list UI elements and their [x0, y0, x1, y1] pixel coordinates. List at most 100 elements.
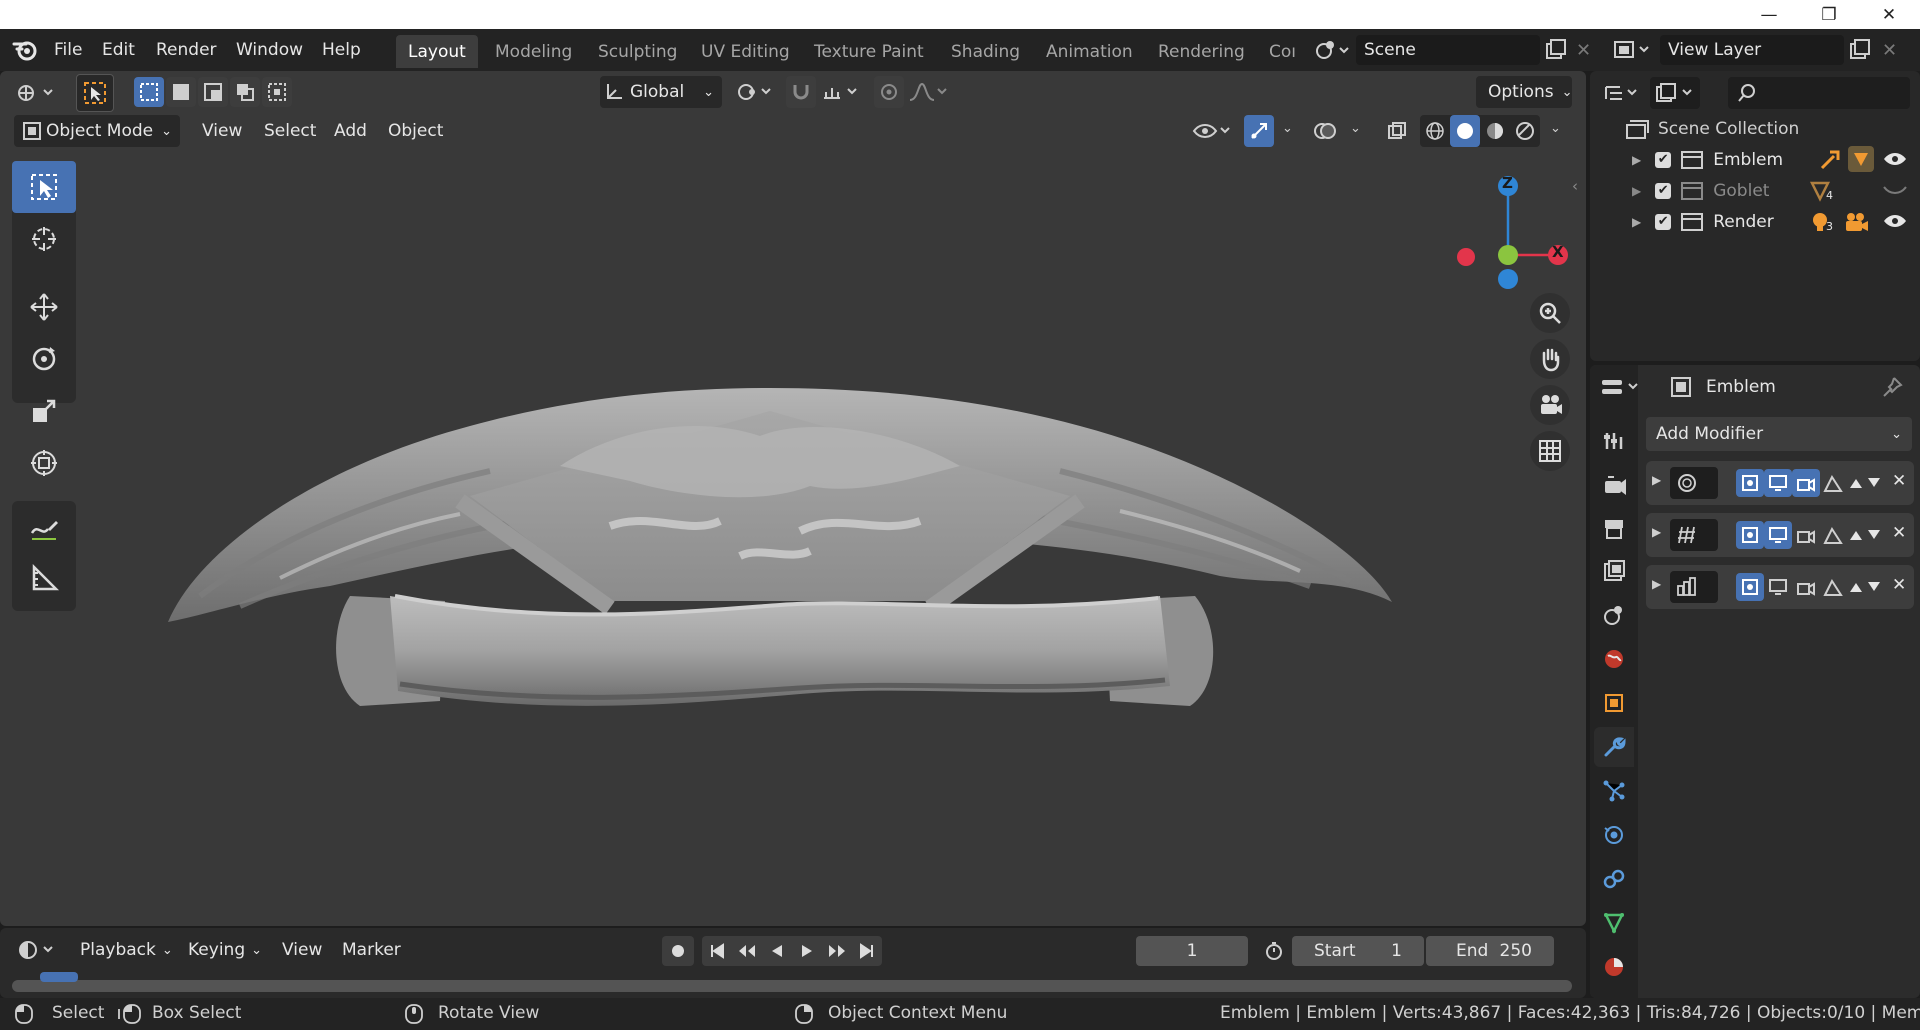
outliner-row[interactable]: ▶ ✔ Render 3 — [1590, 206, 1920, 237]
editor-type-icon[interactable] — [12, 77, 60, 109]
render-toggle-icon[interactable] — [1792, 521, 1820, 549]
display-mode-icon[interactable] — [1650, 77, 1700, 109]
expand-arrow-icon[interactable]: ▶ — [1652, 473, 1661, 487]
falloff-curve-icon[interactable] — [906, 76, 954, 108]
constraints-tab-icon[interactable] — [1594, 859, 1634, 899]
expand-arrow-icon[interactable]: ▶ — [1632, 184, 1641, 198]
modifier-type-field[interactable] — [1670, 519, 1718, 551]
view-layer-field[interactable]: View Layer — [1660, 35, 1844, 65]
tab-layout[interactable]: Layout — [396, 35, 478, 68]
expand-arrow-icon[interactable]: ▶ — [1632, 215, 1641, 229]
measure-tool-icon[interactable] — [12, 553, 76, 605]
menu-file[interactable]: File — [44, 29, 92, 71]
render-toggle-icon[interactable] — [1792, 469, 1820, 497]
tab-texture-paint[interactable]: Texture Paint — [802, 35, 936, 68]
timeline-view-menu[interactable]: View — [272, 934, 332, 966]
jump-start-icon[interactable] — [702, 936, 732, 966]
snap-target-icon[interactable] — [818, 76, 866, 108]
select-tool-icon[interactable] — [76, 74, 114, 112]
checkbox-icon[interactable]: ✔ — [1655, 213, 1672, 230]
move-up-icon[interactable] — [1849, 581, 1863, 593]
remove-modifier-icon[interactable]: ✕ — [1892, 471, 1906, 491]
new-view-layer-icon[interactable] — [1848, 38, 1872, 62]
prev-keyframe-icon[interactable] — [732, 936, 762, 966]
edit-mode-toggle-icon[interactable] — [1736, 469, 1764, 497]
viewport-toggle-icon[interactable] — [1764, 573, 1792, 601]
menu-help[interactable]: Help — [312, 29, 371, 71]
view-layer-tab-icon[interactable] — [1594, 551, 1634, 591]
timeline-editor-type-icon[interactable] — [14, 934, 62, 966]
move-up-icon[interactable] — [1849, 529, 1863, 541]
pin-icon[interactable] — [1880, 375, 1904, 399]
overlays-icon[interactable] — [1310, 115, 1340, 147]
scale-tool-icon[interactable] — [12, 385, 76, 437]
modifier-panel[interactable]: ▶ ✕ — [1646, 461, 1914, 505]
menu-add[interactable]: Add — [322, 115, 379, 147]
intersect-selection-icon[interactable] — [262, 77, 292, 107]
move-tool-icon[interactable] — [12, 281, 76, 333]
annotate-tool-icon[interactable] — [12, 501, 76, 553]
move-down-icon[interactable] — [1867, 477, 1881, 489]
move-up-icon[interactable] — [1849, 477, 1863, 489]
camera-view-icon[interactable] — [1530, 385, 1570, 425]
outliner-row[interactable]: ▶ ✔ Goblet 4 — [1590, 175, 1920, 206]
visibility-eye-icon[interactable] — [1882, 149, 1908, 169]
gizmo-neg-z-handle[interactable] — [1498, 269, 1518, 289]
subtract-selection-icon[interactable] — [198, 77, 228, 107]
tab-sculpting[interactable]: Sculpting — [586, 35, 689, 68]
viewport-toggle-icon[interactable] — [1764, 469, 1792, 497]
chevron-down-icon[interactable]: ⌄ — [1350, 121, 1361, 136]
close-window-button[interactable]: ✕ — [1860, 0, 1918, 29]
outliner-search-input[interactable] — [1728, 77, 1910, 109]
maximize-button[interactable]: ❐ — [1800, 0, 1858, 29]
expand-arrow-icon[interactable]: ▶ — [1652, 577, 1661, 591]
mesh-data-icon[interactable] — [1848, 146, 1874, 172]
modifier-panel[interactable]: ▶ ✕ — [1646, 513, 1914, 557]
scene-name-field[interactable]: Scene — [1356, 35, 1540, 65]
marker-menu[interactable]: Marker — [332, 934, 411, 966]
modifier-panel[interactable]: ▶ ✕ — [1646, 565, 1914, 609]
properties-editor-type-icon[interactable] — [1598, 371, 1644, 403]
menu-edit[interactable]: Edit — [92, 29, 145, 71]
expand-arrow-icon[interactable]: ▶ — [1652, 525, 1661, 539]
modifier-tab-icon[interactable] — [1594, 727, 1634, 767]
scene-tab-icon[interactable] — [1594, 595, 1634, 635]
tab-modeling[interactable]: Modeling — [483, 35, 584, 68]
rendered-shading-icon[interactable] — [1510, 115, 1540, 147]
sidebar-toggle-icon[interactable]: ‹ — [1572, 177, 1578, 195]
visibility-eye-icon[interactable] — [1882, 211, 1908, 231]
modifier-type-field[interactable] — [1670, 571, 1718, 603]
delete-view-layer-icon[interactable]: ✕ — [1882, 40, 1897, 61]
new-scene-icon[interactable] — [1544, 38, 1568, 62]
reorder-arrows[interactable] — [1846, 573, 1884, 601]
extend-selection-icon[interactable] — [166, 77, 196, 107]
set-selection-icon[interactable] — [134, 77, 164, 107]
move-down-icon[interactable] — [1867, 529, 1881, 541]
world-tab-icon[interactable] — [1594, 639, 1634, 679]
modifier-type-field[interactable] — [1670, 467, 1718, 499]
current-frame-field[interactable]: 1 — [1136, 936, 1248, 966]
chevron-down-icon[interactable]: ⌄ — [1550, 121, 1561, 136]
delete-scene-icon[interactable]: ✕ — [1576, 40, 1591, 61]
transform-orientation-dropdown[interactable]: Global ⌄ — [600, 76, 722, 108]
snap-magnet-icon[interactable] — [786, 76, 816, 108]
minimize-button[interactable]: — — [1740, 0, 1798, 29]
stopwatch-icon[interactable] — [1258, 936, 1290, 966]
menu-object[interactable]: Object — [376, 115, 455, 147]
xray-toggle-icon[interactable] — [1382, 115, 1412, 147]
physics-tab-icon[interactable] — [1594, 815, 1634, 855]
proportional-edit-icon[interactable] — [874, 76, 904, 108]
zoom-icon[interactable] — [1530, 293, 1570, 333]
menu-view[interactable]: View — [190, 115, 254, 147]
tab-compositing[interactable]: Coı — [1257, 35, 1307, 68]
object-mode-dropdown[interactable]: Object Mode ⌄ — [14, 115, 180, 147]
remove-modifier-icon[interactable]: ✕ — [1892, 523, 1906, 543]
next-keyframe-icon[interactable] — [822, 936, 852, 966]
play-icon[interactable] — [792, 936, 822, 966]
checkbox-icon[interactable]: ✔ — [1655, 151, 1672, 168]
checkbox-icon[interactable]: ✔ — [1655, 182, 1672, 199]
outliner-editor-type-icon[interactable] — [1600, 77, 1644, 109]
menu-select[interactable]: Select — [252, 115, 328, 147]
scene-selector-icon[interactable] — [1310, 36, 1354, 64]
reorder-arrows[interactable] — [1846, 469, 1884, 497]
